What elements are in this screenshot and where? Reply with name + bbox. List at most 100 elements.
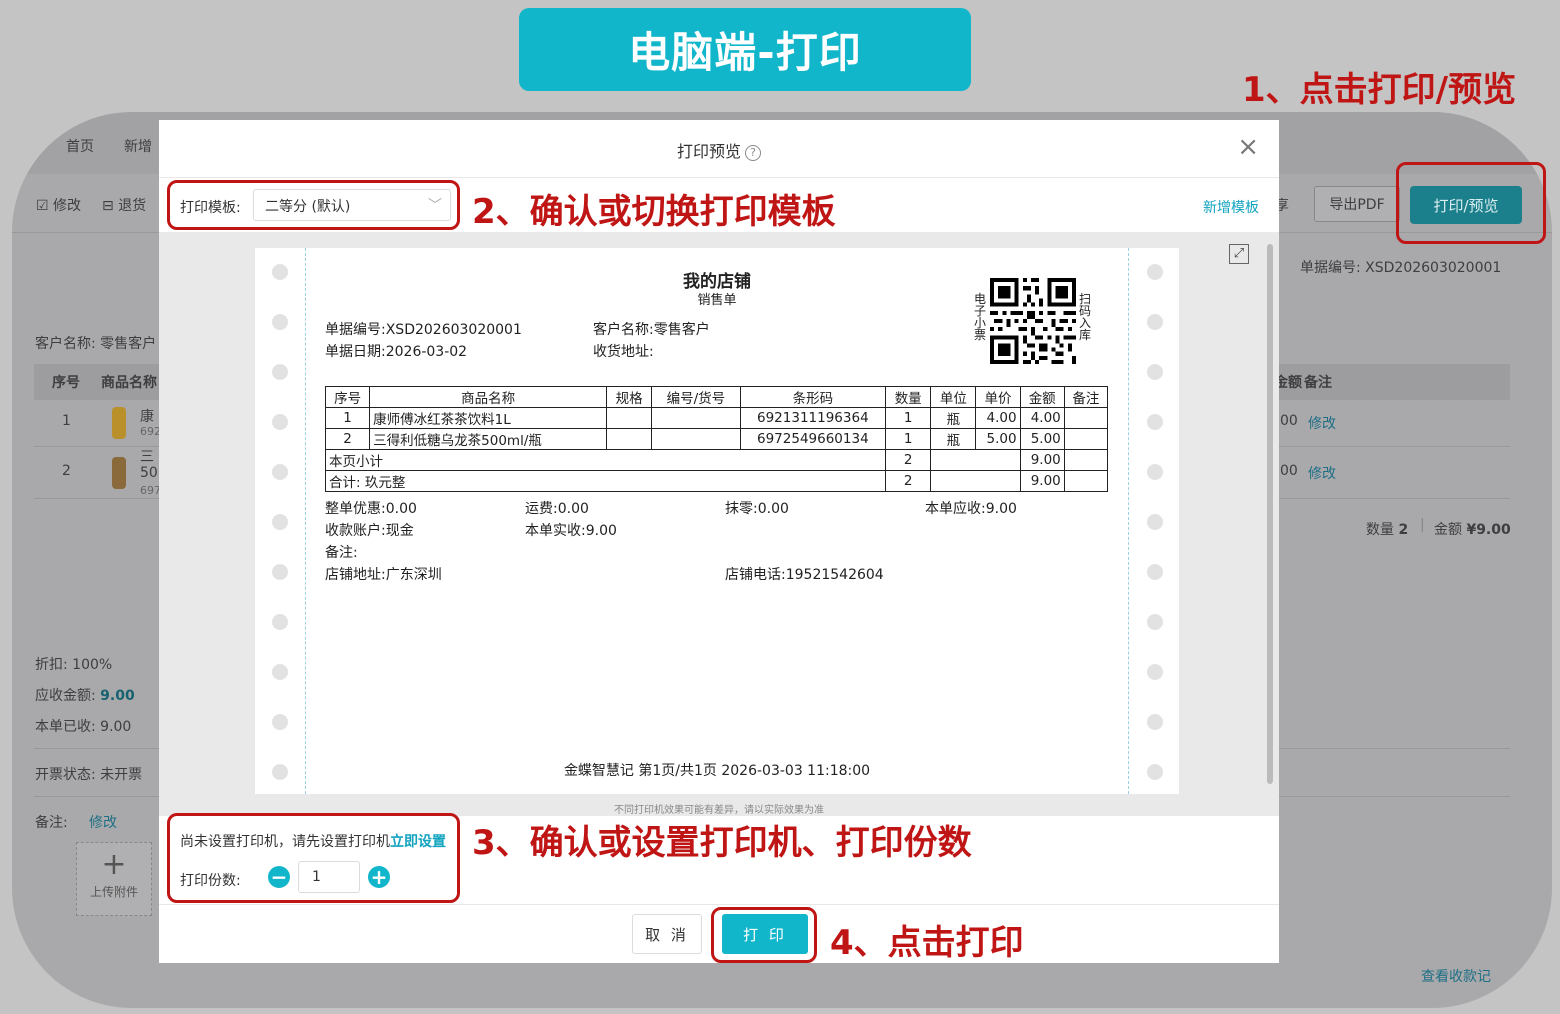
return-label: 退货 — [118, 198, 147, 214]
expand-icon[interactable]: ⤢ — [1229, 244, 1249, 264]
receipt-date: 单据日期:2026-03-02 — [325, 344, 468, 360]
step4-highlight — [711, 907, 817, 963]
perforation-line — [305, 248, 306, 794]
preview-scrollbar[interactable] — [1267, 244, 1273, 784]
receipt-table-header: 序号 商品名称 规格 编号/货号 条形码 数量 单位 单价 金额 备注 — [324, 386, 1109, 408]
receipt-paid: 本单实收:9.00 — [525, 523, 617, 539]
edit-icon: ☑ — [36, 198, 49, 214]
footer-divider — [159, 904, 1279, 905]
export-pdf-button[interactable]: 导出PDF — [1314, 186, 1400, 222]
receipt-table: 序号 商品名称 规格 编号/货号 条形码 数量 单位 单价 金额 备注 1 康师… — [324, 386, 1109, 492]
edit-button[interactable]: ☑ 修改 — [36, 195, 81, 215]
summary-amount: 金额 ¥9.00 — [1434, 522, 1511, 538]
row-edit-link[interactable]: 修改 — [1308, 463, 1336, 483]
feed-hole — [272, 464, 288, 480]
summary-qty: 数量 2 — [1366, 522, 1409, 538]
receipt-shop-phone: 店铺电话:19521542604 — [725, 567, 884, 583]
receipt-item-row: 1 康师傅冰红茶茶饮料1L 6921311196364 1 瓶 4.00 4.0… — [324, 407, 1109, 429]
qr-code-icon — [990, 278, 1076, 364]
receipt-subtotal-row: 本页小计 2 9.00 — [324, 449, 1109, 471]
view-payments-link[interactable]: 查看收款记 — [1421, 966, 1491, 986]
upload-label: 上传附件 — [89, 885, 138, 899]
modal-title: 打印预览? — [159, 138, 1279, 162]
feed-hole — [272, 664, 288, 680]
step1-highlight — [1396, 162, 1546, 244]
receipt-paper: 我的店铺 销售单 电子小票 扫码入库 单据编号:XSD202603020001 … — [255, 248, 1179, 794]
row-amount: 00 — [1280, 413, 1298, 429]
receivable-amount: 应收金额: 9.00 — [35, 688, 135, 704]
feed-hole — [272, 414, 288, 430]
feed-hole — [1147, 714, 1163, 730]
feed-hole — [1147, 564, 1163, 580]
feed-hole — [1147, 614, 1163, 630]
modal-header: 打印预览? × — [159, 120, 1279, 178]
receipt-payable: 本单应收:9.00 — [925, 501, 1017, 517]
order-number: 单据编号: XSD202603020001 — [1300, 260, 1502, 276]
step3-label: 3、确认或设置打印机、打印份数 — [472, 823, 972, 863]
customer-name: 客户名称: 零售客户 — [35, 336, 157, 352]
receipt-account: 收款账户:现金 — [325, 523, 414, 539]
step3-highlight — [167, 813, 460, 903]
feed-hole — [272, 614, 288, 630]
help-icon[interactable]: ? — [745, 145, 761, 161]
feed-hole — [1147, 364, 1163, 380]
tab-new[interactable]: 新增 — [124, 136, 152, 156]
feed-hole — [1147, 464, 1163, 480]
product-code: 692 — [140, 425, 161, 438]
feed-hole — [1147, 514, 1163, 530]
receipt-footer: 金蝶智慧记 第1页/共1页 2026-03-03 11:18:00 — [563, 763, 871, 779]
new-template-link[interactable]: 新增模板 — [1203, 197, 1259, 217]
received-amount: 本单已收: 9.00 — [35, 719, 132, 735]
qr-left-caption: 电子小票 — [974, 292, 987, 342]
feed-hole — [1147, 314, 1163, 330]
page-title-banner: 电脑端-打印 — [519, 8, 971, 91]
return-button[interactable]: ⊟ 退货 — [102, 195, 146, 215]
summary-separator: | — [1420, 517, 1425, 533]
row-index: 2 — [62, 463, 71, 479]
receipt-total-row: 合计: 玖元整 2 9.00 — [324, 470, 1109, 492]
receipt-remark: 备注: — [325, 545, 358, 561]
row-amount: 00 — [1280, 463, 1298, 479]
upload-attachment-button[interactable]: + 上传附件 — [76, 842, 152, 916]
row-edit-link[interactable]: 修改 — [1308, 413, 1336, 433]
feed-hole — [1147, 414, 1163, 430]
receipt-customer: 客户名称:零售客户 — [593, 322, 710, 338]
receipt-order-no: 单据编号:XSD202603020001 — [325, 322, 522, 338]
plus-icon: + — [101, 847, 127, 882]
close-icon[interactable]: × — [1237, 134, 1259, 160]
perforation-line — [1128, 248, 1129, 794]
receipt-discount: 整单优惠:0.00 — [325, 501, 417, 517]
feed-hole — [272, 564, 288, 580]
receipt-address: 收货地址: — [593, 344, 654, 360]
receipt-freight: 运费:0.00 — [525, 501, 589, 517]
receipt-shop-address: 店铺地址:广东深圳 — [325, 567, 442, 583]
edit-label: 修改 — [53, 198, 82, 214]
feed-hole — [272, 364, 288, 380]
step2-label: 2、确认或切换打印模板 — [472, 192, 836, 232]
col-index: 序号 — [52, 375, 80, 391]
product-image — [112, 407, 126, 439]
col-remark: 备注 — [1304, 375, 1332, 391]
product-name: 康 — [140, 409, 154, 425]
feed-hole — [272, 314, 288, 330]
cancel-button[interactable]: 取 消 — [632, 914, 702, 954]
receipt-rounding: 抹零:0.00 — [725, 501, 789, 517]
step2-highlight — [167, 180, 460, 230]
feed-hole — [1147, 664, 1163, 680]
tab-home[interactable]: 首页 — [66, 136, 94, 156]
feed-hole — [272, 514, 288, 530]
invoice-status: 开票状态: 未开票 — [35, 767, 143, 783]
row-index: 1 — [62, 413, 71, 429]
product-image — [112, 457, 126, 489]
feed-hole — [272, 714, 288, 730]
step1-label: 1、点击打印/预览 — [1242, 70, 1517, 110]
step4-label: 4、点击打印 — [830, 923, 1024, 963]
remark-label: 备注: — [35, 815, 68, 831]
col-product: 商品名称 — [101, 375, 157, 391]
return-icon: ⊟ — [102, 198, 114, 214]
product-code: 697 — [140, 484, 161, 497]
preview-area: 我的店铺 销售单 电子小票 扫码入库 单据编号:XSD202603020001 … — [159, 232, 1279, 816]
product-name-line2: 50 — [140, 465, 158, 481]
remark-edit-link[interactable]: 修改 — [89, 812, 117, 832]
receipt-item-row: 2 三得利低糖乌龙茶500ml/瓶 6972549660134 1 瓶 5.00… — [324, 428, 1109, 450]
